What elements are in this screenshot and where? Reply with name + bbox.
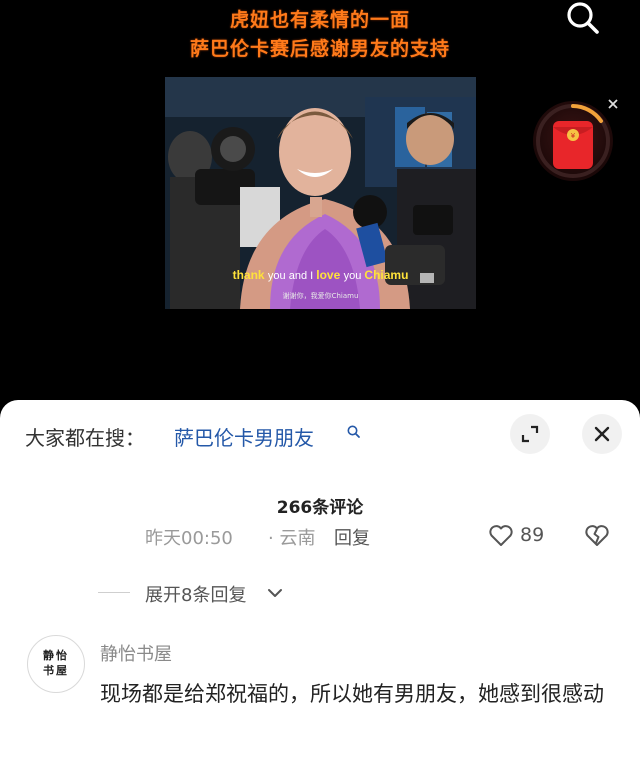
comment-location: · 云南: [268, 528, 316, 549]
close-icon: [594, 426, 610, 442]
avatar-logo-top: 静怡: [43, 649, 69, 662]
comment-username[interactable]: 静怡书屋: [100, 640, 172, 666]
hot-search-prefix: 大家都在搜：: [25, 426, 145, 450]
fullscreen-button[interactable]: [510, 414, 550, 454]
close-icon: [608, 99, 618, 109]
broken-heart-icon: [585, 525, 609, 546]
subtitle-word-you: you: [343, 270, 365, 282]
subtitle-word-name: Chiamu: [364, 268, 409, 282]
search-icon: [347, 425, 360, 438]
comment-count: 266条评论: [276, 498, 364, 518]
expand-icon: [521, 425, 539, 443]
red-envelope-icon: ¥: [536, 104, 610, 178]
avatar-logo: 静怡 书屋: [28, 648, 84, 678]
red-packet-close-button[interactable]: [606, 96, 620, 110]
subtitle-word-you-and-i: you and I: [267, 270, 317, 282]
video-title-line2: 萨巴伦卡赛后感谢男友的支持: [189, 38, 450, 60]
video-title-line1: 虎妞也有柔情的一面: [229, 9, 410, 31]
comment-text: 现场都是给郑祝福的，所以她有男朋友，她感到很感动: [100, 682, 604, 706]
subtitle-english: thank you and I love you Chiamu: [165, 268, 476, 282]
avatar-logo-bottom: 书屋: [43, 664, 69, 677]
like-count: 89: [520, 524, 545, 546]
comment-timestamp: 昨天00:50: [145, 528, 233, 549]
search-icon: [567, 2, 599, 34]
close-sheet-button[interactable]: [582, 414, 622, 454]
comment-sheet: 大家都在搜： 萨巴伦卡男朋友 266条评论 昨天00:50 · 云南 回复 89…: [0, 400, 640, 757]
video-player[interactable]: 虎妞也有柔情的一面 萨巴伦卡赛后感谢男友的支持 thank you and I …: [0, 0, 640, 415]
search-button[interactable]: [560, 0, 604, 36]
video-frame[interactable]: thank you and I love you Chiamu 谢谢你，我爱你C…: [165, 77, 476, 309]
heart-icon: [489, 525, 513, 546]
subtitle-word-love: love: [316, 268, 344, 282]
subtitle-word-thank: thank: [232, 268, 268, 282]
reply-button[interactable]: 回复: [334, 524, 370, 550]
subtitle-chinese: 谢谢你，我爱你Chiamu: [282, 292, 359, 300]
expand-replies-button[interactable]: 展开8条回复: [145, 581, 246, 607]
svg-text:¥: ¥: [571, 132, 576, 140]
chevron-down-icon: [268, 589, 282, 597]
divider: [98, 592, 130, 593]
avatar[interactable]: 静怡 书屋: [27, 635, 85, 693]
like-button[interactable]: [487, 521, 515, 549]
hot-search-link[interactable]: 萨巴伦卡男朋友: [174, 422, 314, 451]
red-packet-button[interactable]: ¥: [533, 101, 613, 181]
dislike-button[interactable]: [583, 521, 611, 549]
